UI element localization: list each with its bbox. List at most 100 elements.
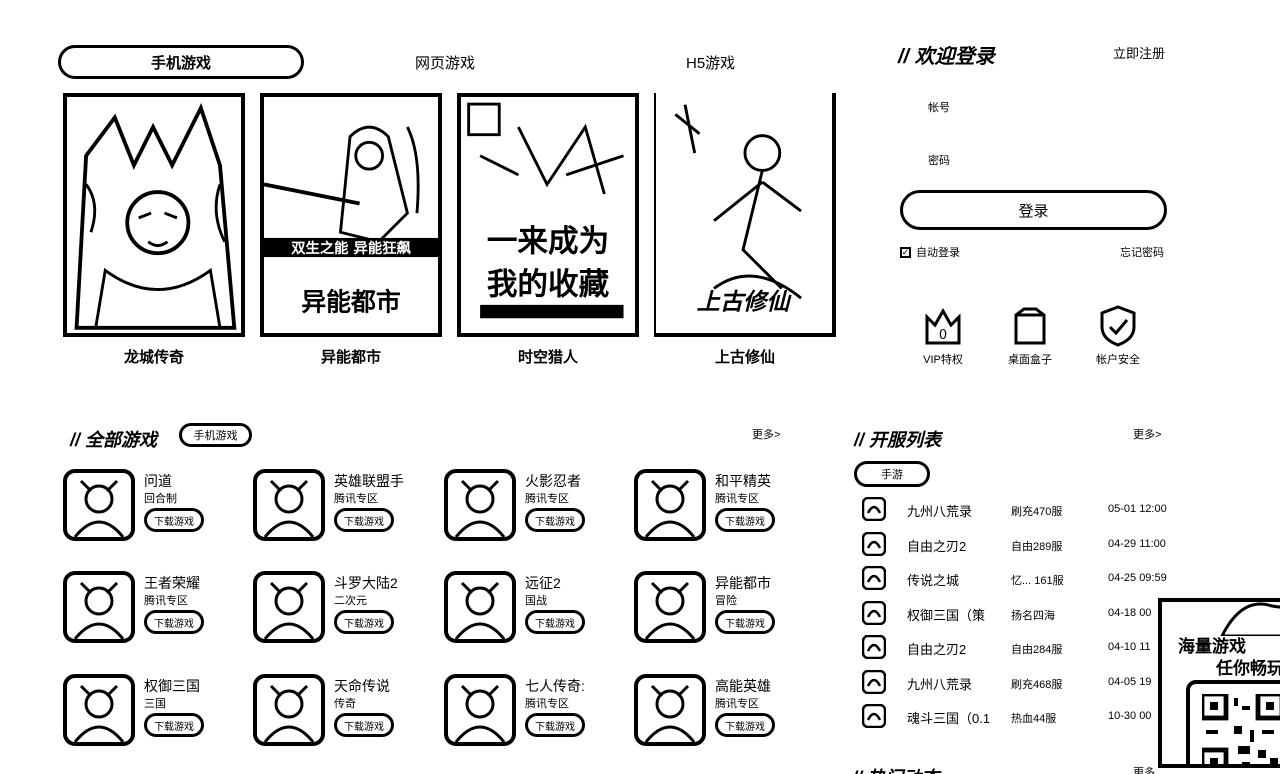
server-open-time: 04-05 19	[1108, 676, 1152, 688]
download-game-button[interactable]: 下载游戏	[144, 508, 204, 532]
game-icon[interactable]	[63, 674, 135, 746]
game-name[interactable]: 远征2	[525, 573, 561, 593]
featured-game-name: 龙城传奇	[123, 349, 184, 366]
game-name[interactable]: 七人传奇:	[525, 676, 585, 696]
login-button[interactable]: 登录	[900, 190, 1167, 230]
news-more-link[interactable]: 更多	[1133, 764, 1155, 774]
download-game-button[interactable]: 下载游戏	[144, 713, 204, 737]
perk-account-security[interactable]: 帐户安全	[1078, 305, 1158, 367]
game-list-item[interactable]: 斗罗大陆2 二次元下载游戏	[253, 571, 433, 647]
server-game-name[interactable]: 魂斗三国（0.1	[907, 708, 990, 727]
game-list-item[interactable]: 异能都市 冒险 下载游戏	[634, 571, 814, 647]
server-open-time: 04-29 11:00	[1108, 538, 1166, 550]
game-list-item[interactable]: 英雄联盟手 腾讯专区 下载游戏	[253, 469, 433, 545]
game-icon[interactable]	[444, 571, 516, 643]
game-category: 腾讯专区	[525, 698, 569, 710]
forgot-password-link[interactable]: 忘记密码	[1120, 244, 1164, 260]
server-list-row[interactable]: 自由之刃2 自由284服 04-10 11	[862, 635, 1182, 659]
featured-game-name: 异能都市	[320, 349, 381, 366]
download-game-button[interactable]: 下载游戏	[334, 610, 394, 634]
game-name[interactable]: 异能都市	[715, 573, 771, 593]
download-game-button[interactable]: 下载游戏	[334, 508, 394, 532]
server-list-row[interactable]: 传说之城 忆... 161服 04-25 09:59	[862, 566, 1182, 590]
qr-code-icon	[1202, 694, 1280, 764]
game-list-item[interactable]: 问道 回合制 下载游戏	[63, 469, 243, 545]
game-icon[interactable]	[253, 469, 325, 541]
featured-game-card[interactable]: 一来成为 我的收藏 时空猎人	[457, 93, 639, 367]
tab-mobile-games[interactable]: 手机游戏	[58, 45, 304, 79]
game-icon[interactable]	[634, 571, 706, 643]
perk-vip[interactable]: 0 VIP特权	[903, 305, 983, 367]
all-games-filter[interactable]: 手机游戏	[179, 423, 252, 447]
game-list-item[interactable]: 天命传说 传奇 下载游戏	[253, 674, 433, 750]
account-field[interactable]: 帐号	[928, 99, 950, 115]
game-list-item[interactable]: 远征2 国战下载游戏	[444, 571, 624, 647]
game-name[interactable]: 英雄联盟手	[334, 471, 404, 491]
game-list-item[interactable]: 火影忍者 腾讯专区 下载游戏	[444, 469, 624, 545]
all-games-title: // 全部游戏	[70, 430, 158, 450]
register-link[interactable]: 立即注册	[1113, 43, 1165, 62]
game-category: 二次元	[334, 595, 367, 607]
server-list-row[interactable]: 九州八荒录 刷充470服 05-01 12:00	[862, 497, 1182, 521]
featured-game-art	[63, 93, 245, 337]
game-icon[interactable]	[253, 674, 325, 746]
game-icon[interactable]	[253, 571, 325, 643]
server-game-name[interactable]: 自由之刃2	[907, 536, 966, 555]
password-field[interactable]: 密码	[928, 152, 950, 168]
checkbox-checked-icon[interactable]: ✓	[900, 246, 911, 258]
server-zone: 扬名四海	[1011, 610, 1055, 622]
server-list-row[interactable]: 魂斗三国（0.1 热血44服 10-30 00	[862, 704, 1182, 728]
download-game-button[interactable]: 下载游戏	[525, 610, 585, 634]
game-list-item[interactable]: 王者荣耀 腾讯专区 下载游戏	[63, 571, 243, 647]
game-name[interactable]: 问道	[144, 471, 172, 491]
featured-game-card[interactable]: 龙城传奇	[63, 93, 245, 367]
game-icon[interactable]	[634, 469, 706, 541]
game-list-item[interactable]: 七人传奇: 腾讯专区下载游戏	[444, 674, 624, 750]
server-game-name[interactable]: 传说之城	[907, 570, 959, 589]
server-game-name[interactable]: 九州八荒录	[907, 674, 972, 693]
game-icon[interactable]	[63, 469, 135, 541]
game-name[interactable]: 高能英雄	[715, 676, 771, 696]
game-icon[interactable]	[63, 571, 135, 643]
perk-label: 帐户安全	[1096, 354, 1140, 366]
tab-h5-games[interactable]: H5游戏	[686, 52, 735, 73]
game-name[interactable]: 和平精英	[715, 471, 771, 491]
game-category: 国战	[525, 595, 547, 607]
download-game-button[interactable]: 下载游戏	[715, 713, 775, 737]
game-list-item[interactable]: 高能英雄 腾讯专区 下载游戏	[634, 674, 814, 750]
download-game-button[interactable]: 下载游戏	[715, 610, 775, 634]
game-icon[interactable]	[444, 674, 516, 746]
download-game-button[interactable]: 下载游戏	[715, 508, 775, 532]
featured-game-card[interactable]: 双生之能 异能狂飙 异能都市 异能都市	[260, 93, 442, 367]
game-name[interactable]: 火影忍者	[525, 471, 581, 491]
game-name[interactable]: 权御三国	[144, 676, 200, 696]
featured-game-art: 一来成为 我的收藏	[457, 93, 639, 337]
game-category: 回合制	[144, 493, 177, 505]
game-icon[interactable]	[444, 469, 516, 541]
server-filter-mobile[interactable]: 手游	[854, 461, 930, 487]
box-icon	[1014, 307, 1046, 345]
tab-web-games[interactable]: 网页游戏	[415, 52, 475, 73]
download-game-button[interactable]: 下载游戏	[144, 610, 204, 634]
qr-download-popup[interactable]: 海量游戏 任你畅玩	[1158, 598, 1280, 768]
game-name[interactable]: 天命传说	[334, 676, 390, 696]
download-game-button[interactable]: 下载游戏	[525, 508, 585, 532]
game-list-item[interactable]: 权御三国 三国 下载游戏	[63, 674, 243, 750]
all-games-more-link[interactable]: 更多>	[752, 426, 780, 442]
download-game-button[interactable]: 下载游戏	[334, 713, 394, 737]
server-list-more-link[interactable]: 更多>	[1133, 426, 1161, 442]
game-list-item[interactable]: 和平精英 腾讯专区 下载游戏	[634, 469, 814, 545]
server-game-name[interactable]: 权御三国（策	[907, 605, 985, 624]
download-game-button[interactable]: 下载游戏	[525, 713, 585, 737]
game-name[interactable]: 王者荣耀	[144, 573, 200, 593]
server-list-row[interactable]: 权御三国（策 扬名四海 04-18 00	[862, 601, 1182, 625]
game-name[interactable]: 斗罗大陆2	[334, 573, 398, 593]
featured-game-card[interactable]: 上古修仙 上古修仙	[654, 93, 836, 367]
server-game-name[interactable]: 九州八荒录	[907, 501, 972, 520]
server-list-row[interactable]: 九州八荒录 刷充468服 04-05 19	[862, 670, 1182, 694]
server-list-row[interactable]: 自由之刃2 自由289服 04-29 11:00	[862, 532, 1182, 556]
perk-desktop-box[interactable]: 桌面盒子	[990, 305, 1070, 367]
server-game-name[interactable]: 自由之刃2	[907, 639, 966, 658]
game-icon[interactable]	[634, 674, 706, 746]
auto-login-checkbox[interactable]: ✓ 自动登录	[900, 244, 960, 260]
